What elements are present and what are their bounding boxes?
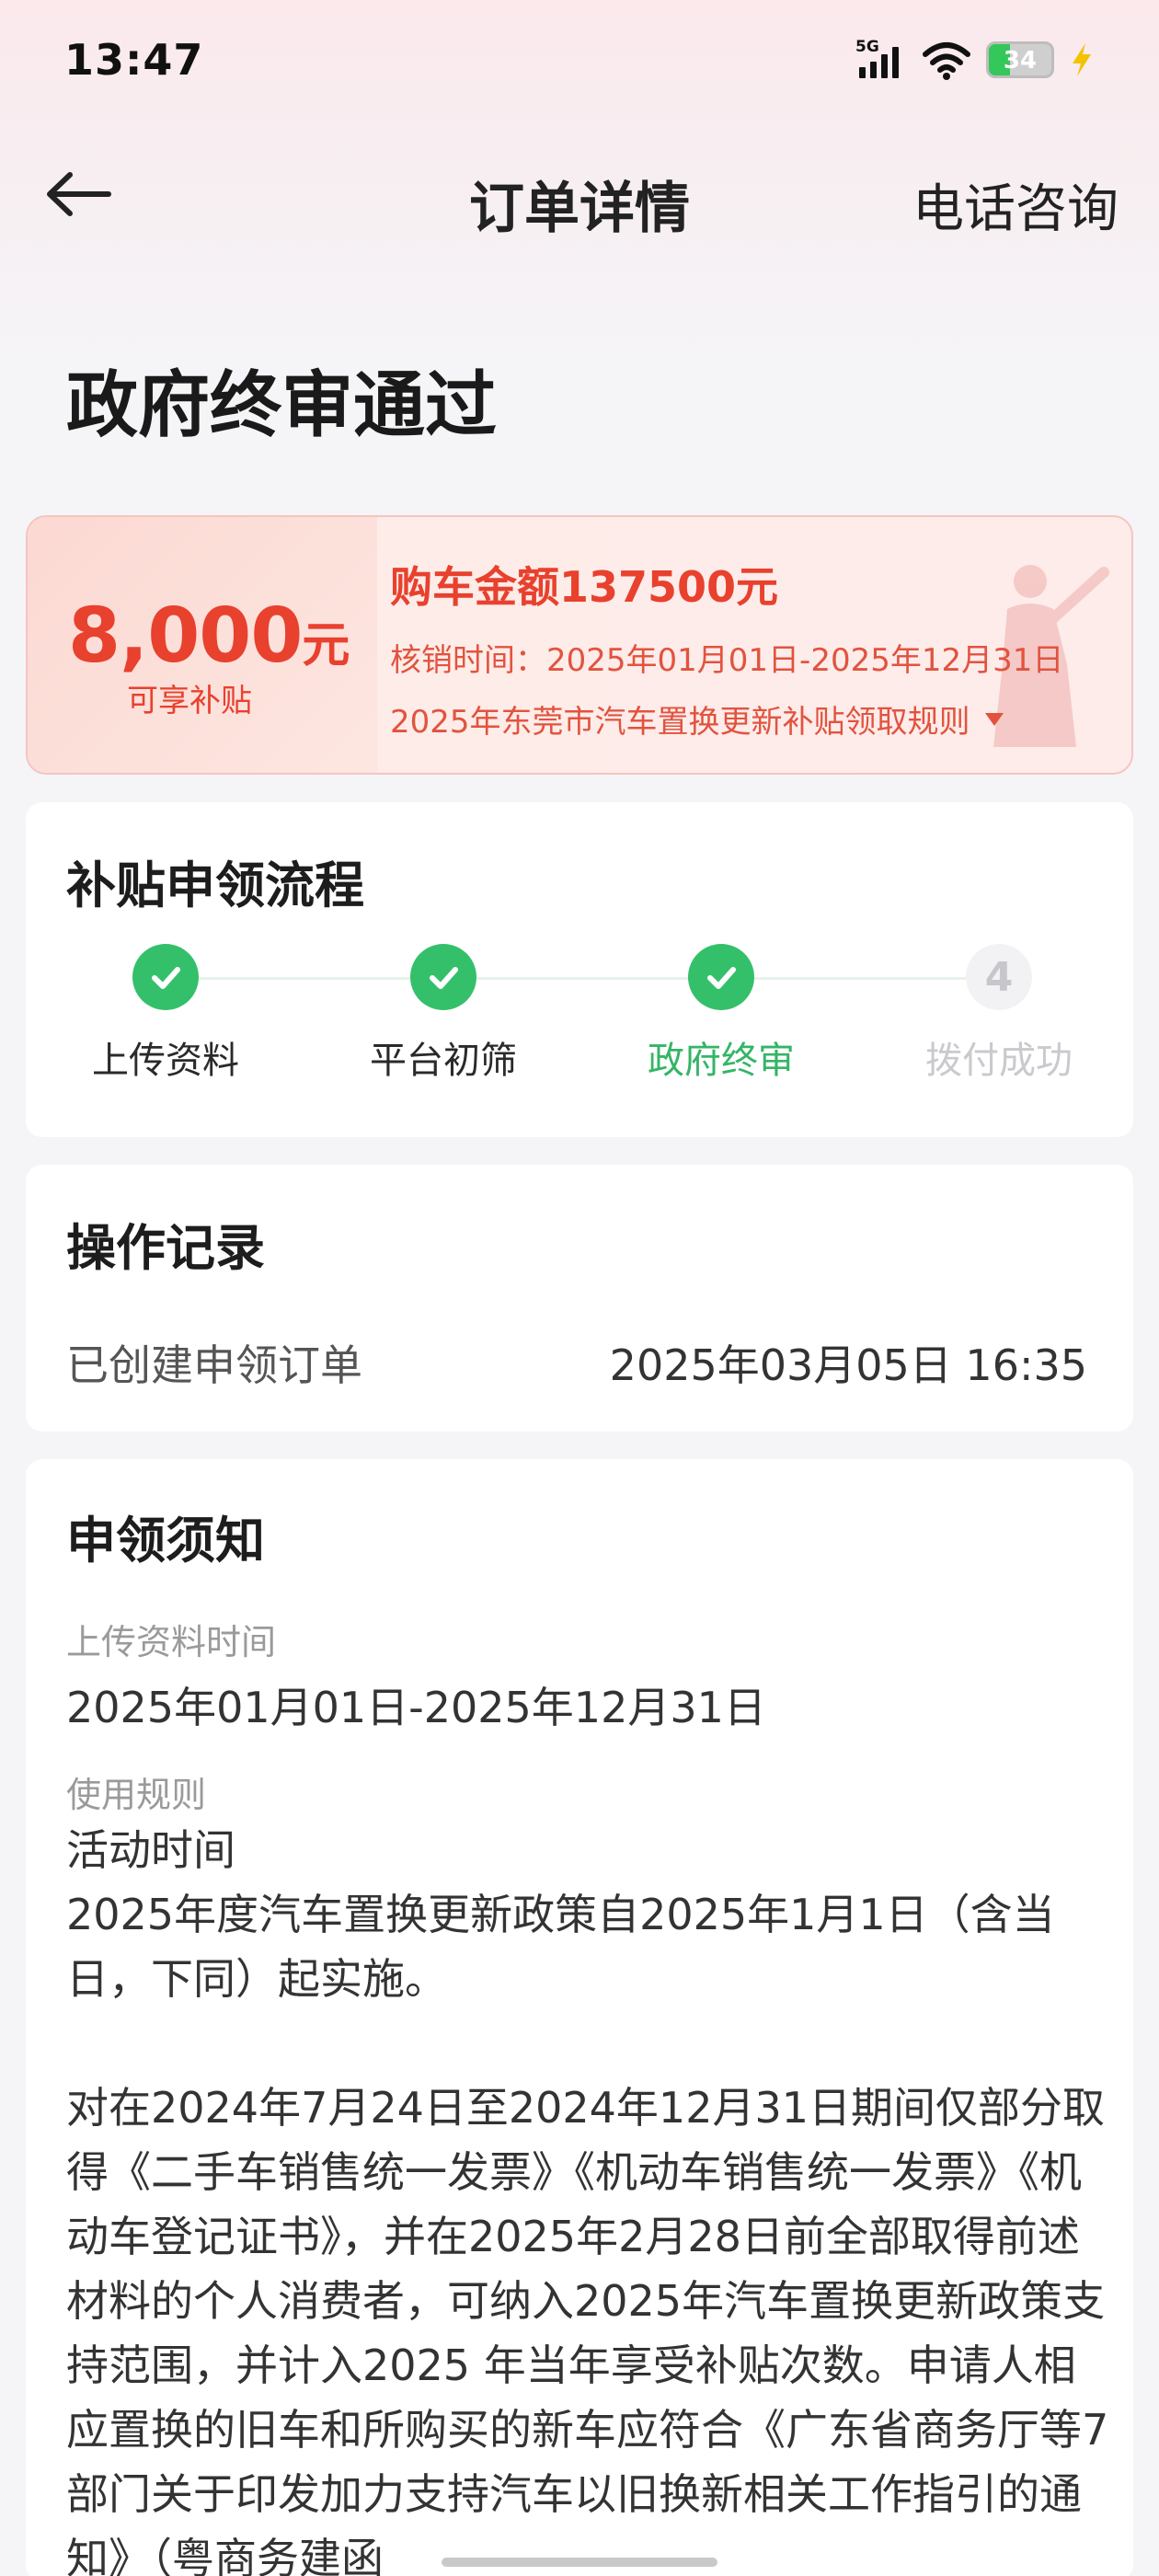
subsidy-rules-link[interactable]: 2025年东莞市汽车置换更新补贴领取规则	[390, 696, 1063, 742]
step-payout: 4 拨付成功	[898, 940, 1100, 1084]
step-number-circle: 4	[966, 944, 1032, 1010]
rules-label: 使用规则	[66, 1775, 207, 1815]
step-label: 拨付成功	[925, 1040, 1073, 1082]
record-label: 已创建申领订单	[66, 1340, 362, 1390]
step-label: 平台初筛	[370, 1040, 517, 1082]
battery-icon: 34	[986, 41, 1054, 78]
record-time: 2025年03月05日 16:35	[609, 1340, 1087, 1390]
step-label: 上传资料	[92, 1040, 239, 1082]
upload-time-value: 2025年01月01日-2025年12月31日	[66, 1683, 766, 1732]
subsidy-amount: 8,000元	[68, 592, 350, 680]
subsidy-card: 8,000元 可享补贴 购车金额137500元 核销时间：2025年01月01日…	[26, 515, 1133, 775]
step-check-circle	[410, 944, 476, 1010]
check-icon	[152, 967, 180, 989]
notice-card: 申领须知 上传资料时间 2025年01月01日-2025年12月31日 使用规则…	[26, 1459, 1133, 2576]
network-type: 5G	[855, 38, 879, 56]
purchase-amount: 购车金额137500元	[390, 562, 779, 612]
charging-bolt-icon	[1073, 43, 1091, 76]
step-check-circle	[688, 944, 754, 1010]
step-check-circle	[132, 944, 199, 1010]
upload-time-label: 上传资料时间	[66, 1622, 277, 1662]
records-card: 操作记录 已创建申领订单 2025年03月05日 16:35	[26, 1165, 1133, 1432]
subsidy-amount-unit: 元	[302, 618, 350, 673]
step-label: 政府终审	[648, 1040, 795, 1082]
status-bar: 13:47 5G 34	[0, 0, 1159, 129]
step-connector	[166, 977, 999, 980]
check-icon	[430, 967, 458, 989]
record-row: 已创建申领订单 2025年03月05日 16:35	[66, 1332, 1087, 1393]
subsidy-caption: 可享补贴	[127, 683, 252, 719]
subsidy-amount-value: 8,000	[68, 592, 303, 680]
subsidy-details: 购车金额137500元 核销时间：2025年01月01日-2025年12月31日…	[390, 554, 1063, 742]
check-icon	[707, 967, 736, 989]
phone-consult-button[interactable]: 电话咨询	[912, 167, 1119, 242]
rules-text: 活动时间 2025年度汽车置换更新政策自2025年1月1日（含当日，下同）起实施…	[66, 1825, 1109, 2576]
nav-bar: 订单详情 电话咨询	[0, 147, 1159, 242]
notice-title: 申领须知	[66, 1512, 265, 1570]
order-status-title: 政府终审通过	[66, 364, 498, 447]
battery-level: 34	[1003, 47, 1038, 75]
step-upload: 上传资料	[64, 940, 267, 1084]
home-indicator[interactable]	[442, 2558, 717, 2567]
subsidy-rules-label: 2025年东莞市汽车置换更新补贴领取规则	[390, 704, 970, 741]
step-gov-review: 政府终审	[620, 940, 822, 1084]
caret-down-icon	[984, 712, 1004, 726]
step-screening: 平台初筛	[342, 940, 545, 1084]
process-card: 补贴申领流程 上传资料 平台初筛 政府终审 4 拨付成功	[26, 802, 1133, 1137]
status-icons: 5G 34	[855, 37, 1095, 83]
signal-icon: 5G	[855, 38, 907, 80]
process-title: 补贴申领流程	[66, 857, 364, 914]
process-steps: 上传资料 平台初筛 政府终审 4 拨付成功	[26, 940, 1133, 1082]
status-time: 13:47	[64, 35, 204, 85]
verify-time: 核销时间：2025年01月01日-2025年12月31日	[390, 642, 1064, 679]
records-title: 操作记录	[66, 1219, 265, 1277]
wifi-icon	[923, 42, 970, 80]
